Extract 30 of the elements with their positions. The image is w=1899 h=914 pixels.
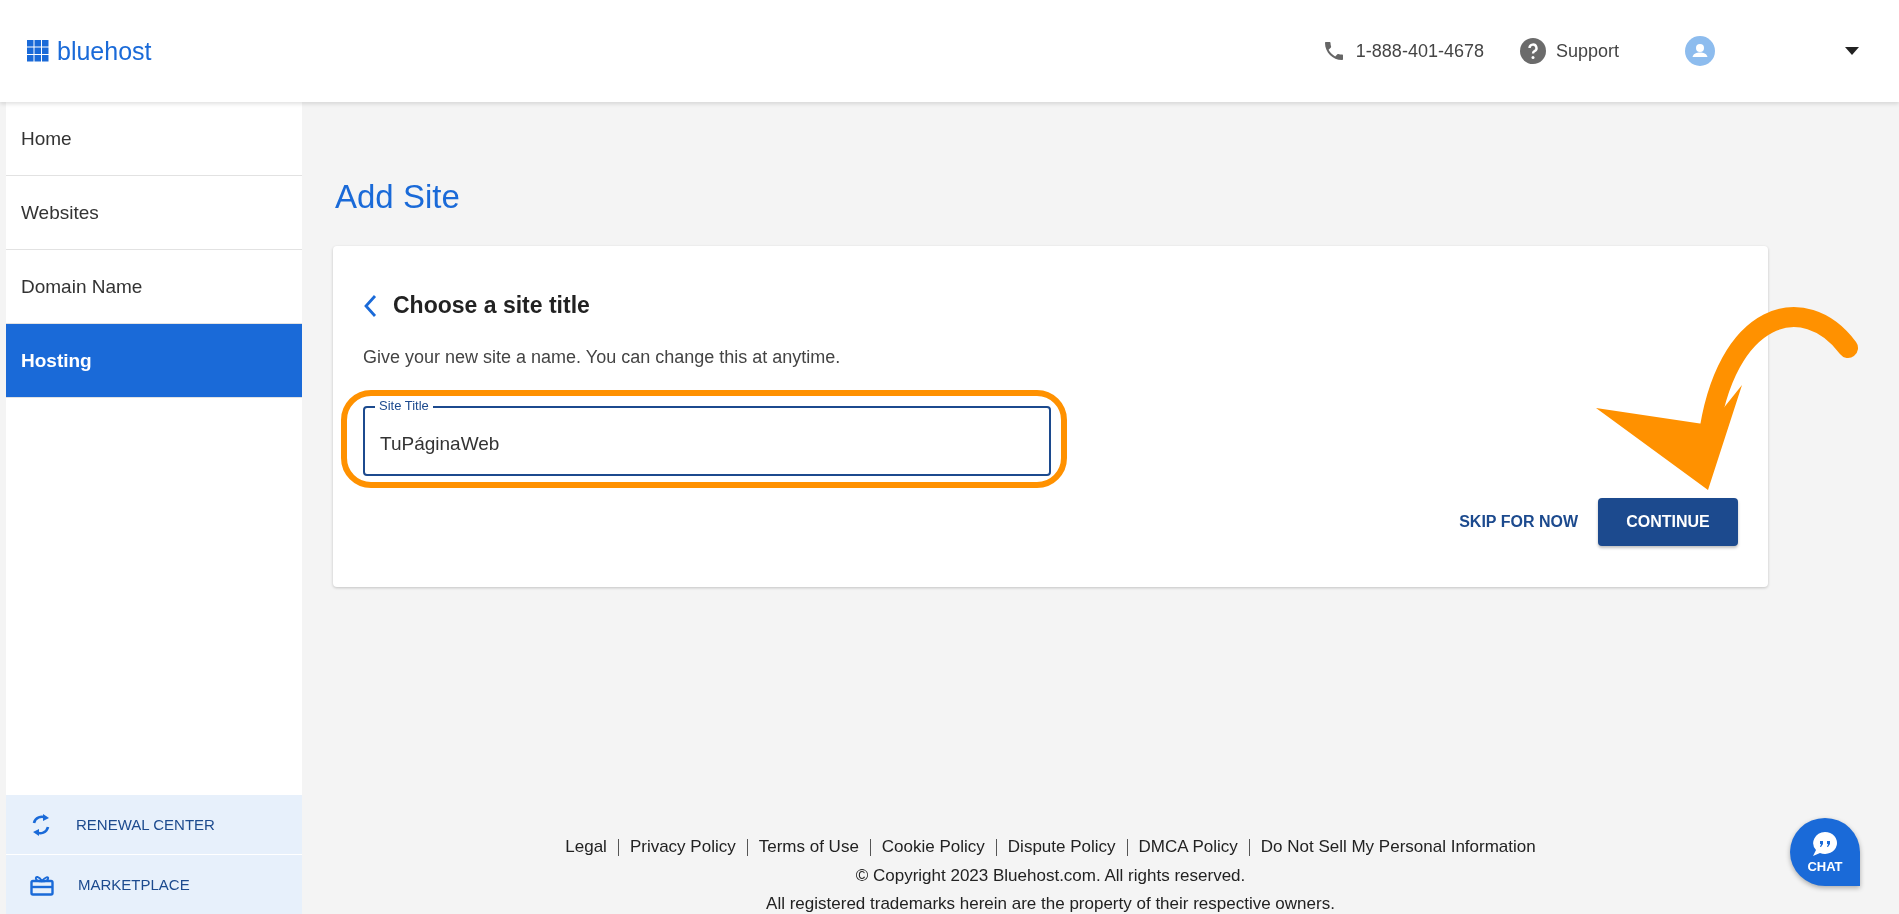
page-title: Add Site xyxy=(335,178,461,216)
phone-number[interactable]: 1-888-401-4678 xyxy=(1355,40,1484,62)
caret-icon[interactable] xyxy=(1845,47,1859,55)
card-description: Give your new site a name. You can change this at anytime. xyxy=(363,347,842,368)
footer-link[interactable]: Cookie Policy xyxy=(881,837,985,857)
trademark-text: All registered trademarks herein are the property of their respective owners. xyxy=(766,894,1335,914)
sidebar-item[interactable]: Websites xyxy=(6,176,302,250)
support-link[interactable]: Support xyxy=(1555,40,1619,62)
copyright-text: © Copyright 2023 Bluehost.com. All rights reserved. xyxy=(855,866,1246,886)
sidebar-item[interactable]: Hosting xyxy=(6,324,302,398)
footer-link[interactable]: Terms of Use xyxy=(758,837,859,857)
sidebar-item[interactable]: Home xyxy=(6,102,302,176)
grid-logo-icon xyxy=(27,40,49,62)
help-icon xyxy=(1519,38,1546,64)
footer-link[interactable]: Privacy Policy xyxy=(629,837,736,857)
refresh-icon xyxy=(30,812,52,837)
card-title: Choose a site title xyxy=(393,292,590,319)
back-chevron-icon[interactable] xyxy=(363,293,377,318)
continue-button[interactable]: CONTINUE xyxy=(1598,498,1738,546)
sidebar-link[interactable]: MARKETPLACE xyxy=(6,854,302,914)
footer-link[interactable]: Legal xyxy=(565,837,607,857)
logo-wordmark[interactable]: bluehost xyxy=(57,36,152,66)
speech-bubble-icon xyxy=(1811,830,1839,857)
skip-button[interactable]: SKIP FOR NOW xyxy=(1459,503,1578,541)
gift-icon xyxy=(30,873,54,896)
sidebar-link[interactable]: RENEWAL CENTER xyxy=(6,794,302,854)
footer-link[interactable]: Do Not Sell My Personal Information xyxy=(1260,837,1536,857)
chat-button[interactable]: CHAT xyxy=(1790,818,1860,886)
footer-link[interactable]: Dispute Policy xyxy=(1007,837,1116,857)
footer-link[interactable]: DMCA Policy xyxy=(1138,837,1238,857)
